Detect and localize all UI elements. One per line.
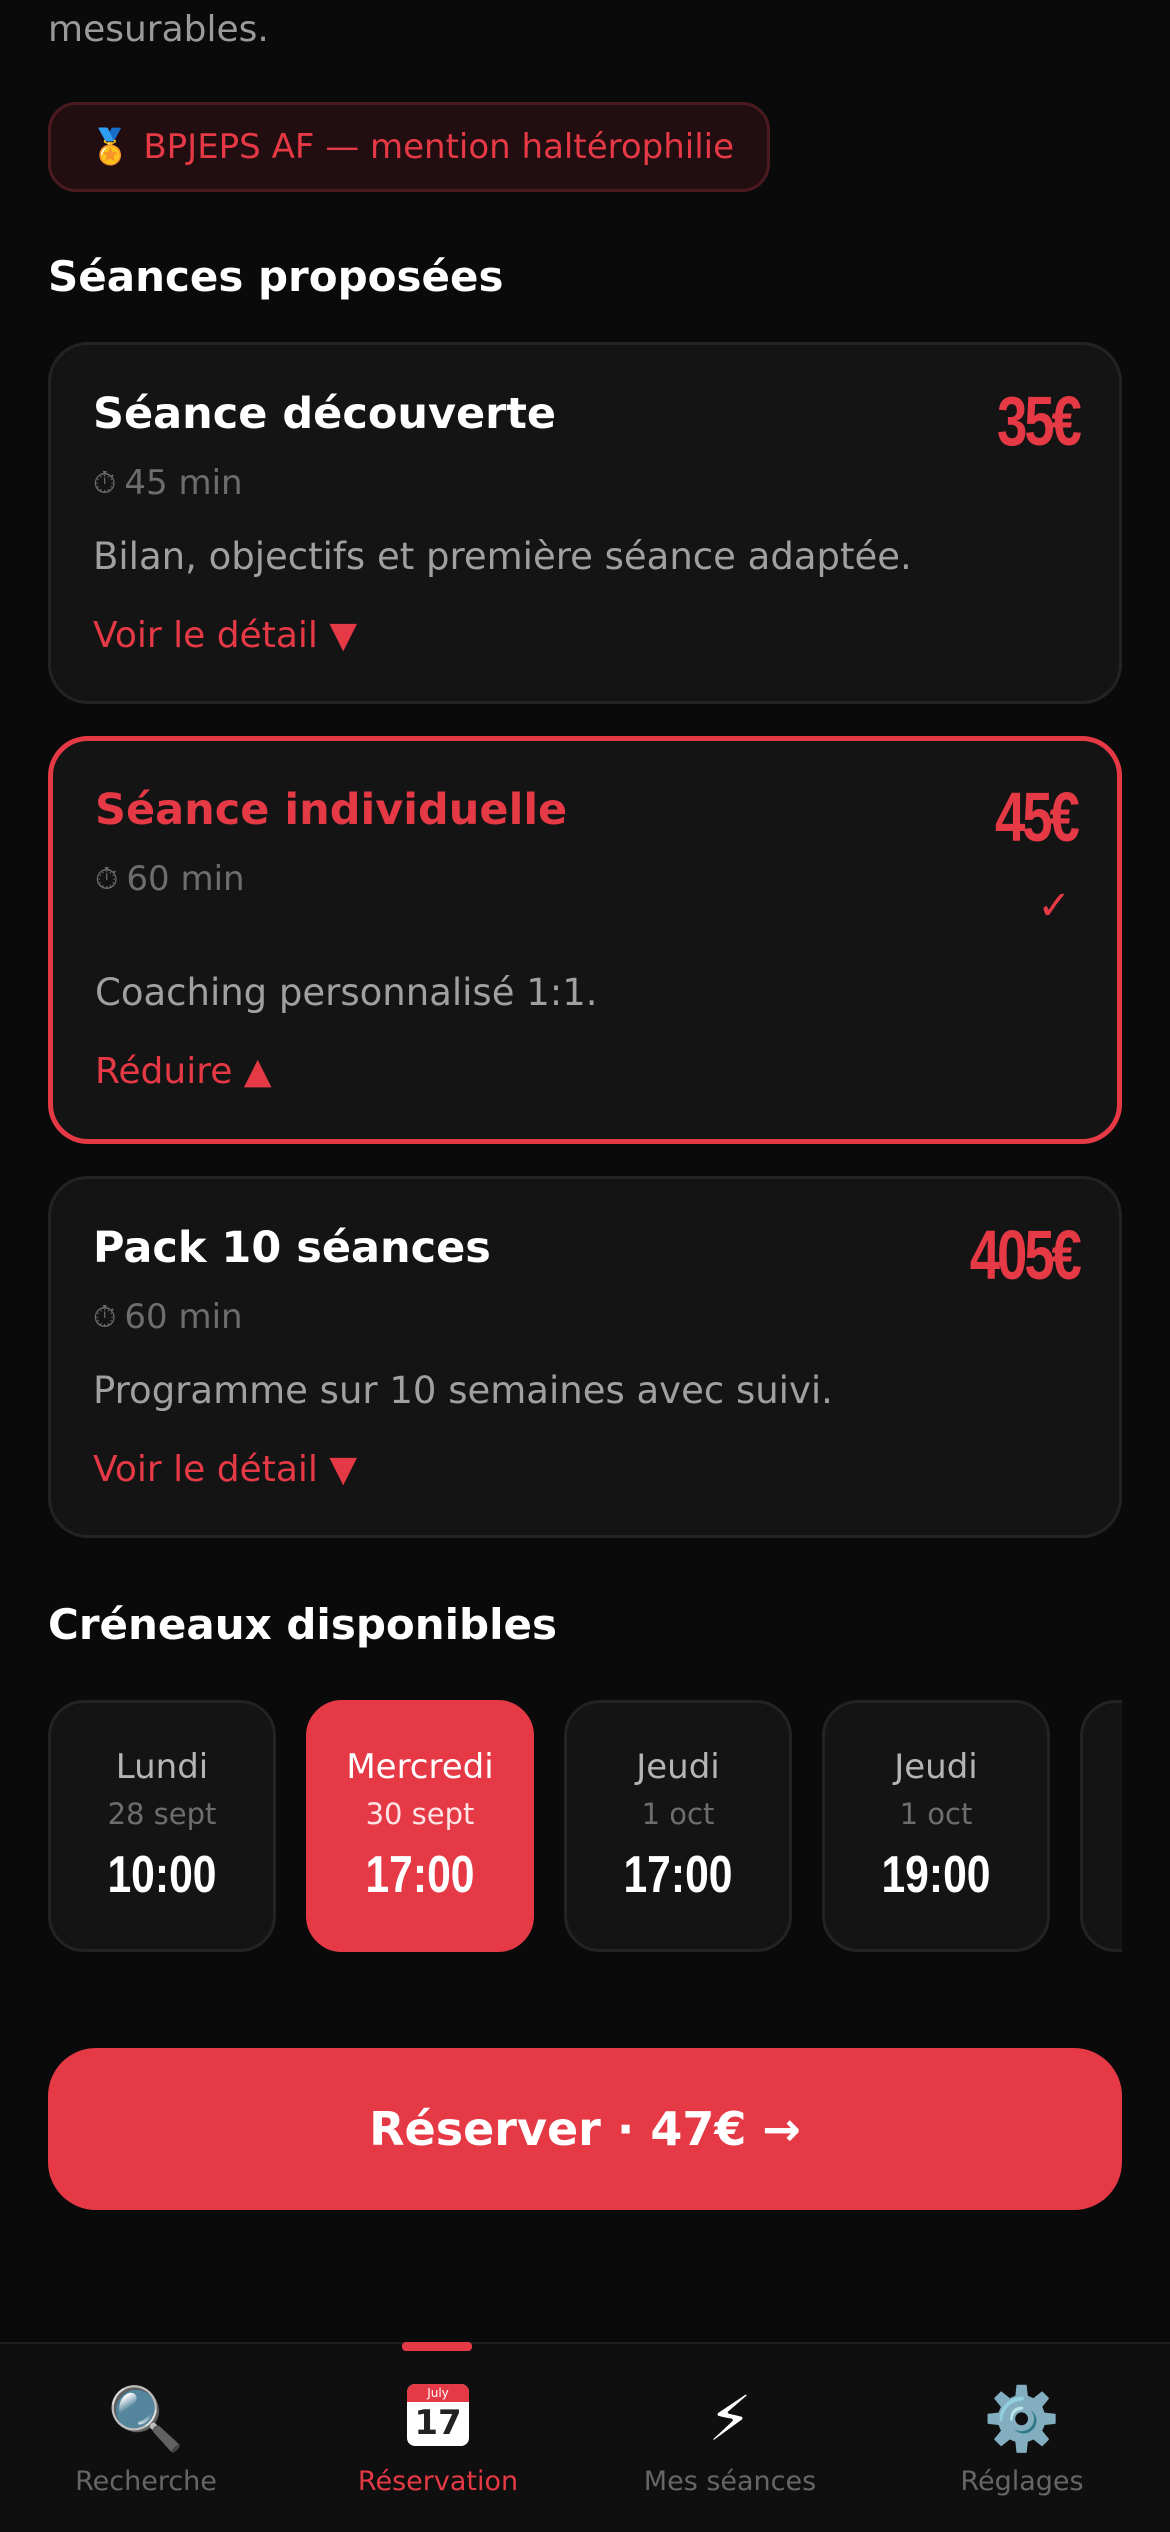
offer-price: 45€: [995, 778, 1080, 856]
clock-icon: ⏱: [95, 861, 119, 897]
tab-mes-seances[interactable]: ⚡ Mes séances: [584, 2344, 876, 2532]
tab-label: Mes séances: [643, 2466, 817, 2497]
offer-duration: ⏱ 60 min: [93, 1297, 243, 1337]
gear-icon: ⚙️: [983, 2382, 1061, 2455]
time-slots-carousel[interactable]: Lundi 28 sept 10:00 Mercredi 30 sept 17:…: [48, 1700, 1122, 1954]
time-slot[interactable]: Lundi 28 sept 10:00: [48, 1700, 276, 1952]
offer-price: 35€: [997, 382, 1082, 460]
slot-date: 1 oct: [641, 1797, 715, 1831]
time-slot[interactable]: Jeudi 1 oct 19:00: [822, 1700, 1050, 1952]
collapse-details-link[interactable]: Réduire ▲: [95, 1051, 272, 1092]
time-slot-selected[interactable]: Mercredi 30 sept 17:00: [306, 1700, 534, 1952]
slot-day: Jeudi: [894, 1747, 978, 1787]
show-details-link[interactable]: Voir le détail ▼: [93, 615, 357, 656]
offer-card-individuelle[interactable]: Séance individuelle ⏱ 60 min ✓ Coaching …: [48, 736, 1122, 1144]
clock-icon: ⏱: [93, 1299, 117, 1335]
medal-icon: 🏅: [89, 127, 132, 167]
book-button[interactable]: Réserver · 47€ →: [48, 2048, 1122, 2210]
clock-icon: ⏱: [93, 465, 117, 501]
time-slot[interactable]: Jeudi 1 oct 17:00: [564, 1700, 792, 1952]
calendar-day: 17: [414, 2403, 462, 2443]
show-details-link[interactable]: Voir le détail ▼: [93, 1449, 357, 1490]
slots-section-title: Créneaux disponibles: [48, 1600, 557, 1649]
calendar-icon: July 17: [407, 2384, 469, 2446]
slot-date: 30 sept: [365, 1797, 475, 1831]
offer-price: 405€: [970, 1216, 1082, 1294]
slot-time: 17:00: [623, 1846, 733, 1904]
coach-bio-text: mesurables.: [48, 9, 269, 50]
offer-duration: ⏱ 45 min: [93, 463, 243, 503]
duration-label: 45 min: [124, 463, 243, 503]
offer-card-pack[interactable]: Pack 10 séances ⏱ 60 min Programme sur 1…: [48, 1176, 1122, 1538]
duration-label: 60 min: [126, 859, 245, 899]
tab-reservation[interactable]: July 17 Réservation: [292, 2344, 584, 2532]
offer-duration: ⏱ 60 min: [95, 859, 245, 899]
certification-label: BPJEPS AF — mention haltérophilie: [143, 127, 735, 167]
offer-description: Programme sur 10 semaines avec suivi.: [93, 1369, 833, 1412]
time-slot-partial[interactable]: [1080, 1700, 1122, 1952]
calendar-month: July: [407, 2384, 469, 2402]
offer-card-decouverte[interactable]: Séance découverte ⏱ 45 min Bilan, object…: [48, 342, 1122, 704]
offer-name: Séance individuelle: [95, 785, 568, 835]
bottom-tab-bar: 🔍 Recherche July 17 Réservation ⚡ Mes sé…: [0, 2342, 1170, 2532]
lightning-icon: ⚡: [708, 2382, 752, 2455]
offer-description: Coaching personnalisé 1:1.: [95, 971, 598, 1014]
slot-day: Mercredi: [346, 1747, 494, 1787]
offer-name: Pack 10 séances: [93, 1223, 491, 1273]
slot-time: 19:00: [881, 1846, 991, 1904]
sessions-section-title: Séances proposées: [48, 252, 504, 301]
duration-label: 60 min: [124, 1297, 243, 1337]
tab-label: Réservation: [357, 2466, 519, 2497]
slot-time: 10:00: [107, 1846, 217, 1904]
tab-reglages[interactable]: ⚙️ Réglages: [876, 2344, 1168, 2532]
selected-check-icon: ✓: [1037, 883, 1071, 929]
slot-date: 1 oct: [899, 1797, 973, 1831]
slot-day: Jeudi: [636, 1747, 720, 1787]
search-icon: 🔍: [107, 2382, 185, 2455]
slot-day: Lundi: [115, 1747, 209, 1787]
tab-label: Réglages: [960, 2466, 1084, 2497]
offer-description: Bilan, objectifs et première séance adap…: [93, 535, 912, 578]
slot-date: 28 sept: [107, 1797, 217, 1831]
tab-recherche[interactable]: 🔍 Recherche: [0, 2344, 292, 2532]
offer-name: Séance découverte: [93, 389, 557, 439]
certification-badge: 🏅 BPJEPS AF — mention haltérophilie: [48, 102, 770, 192]
slot-time: 17:00: [365, 1846, 475, 1904]
tab-label: Recherche: [75, 2466, 217, 2497]
